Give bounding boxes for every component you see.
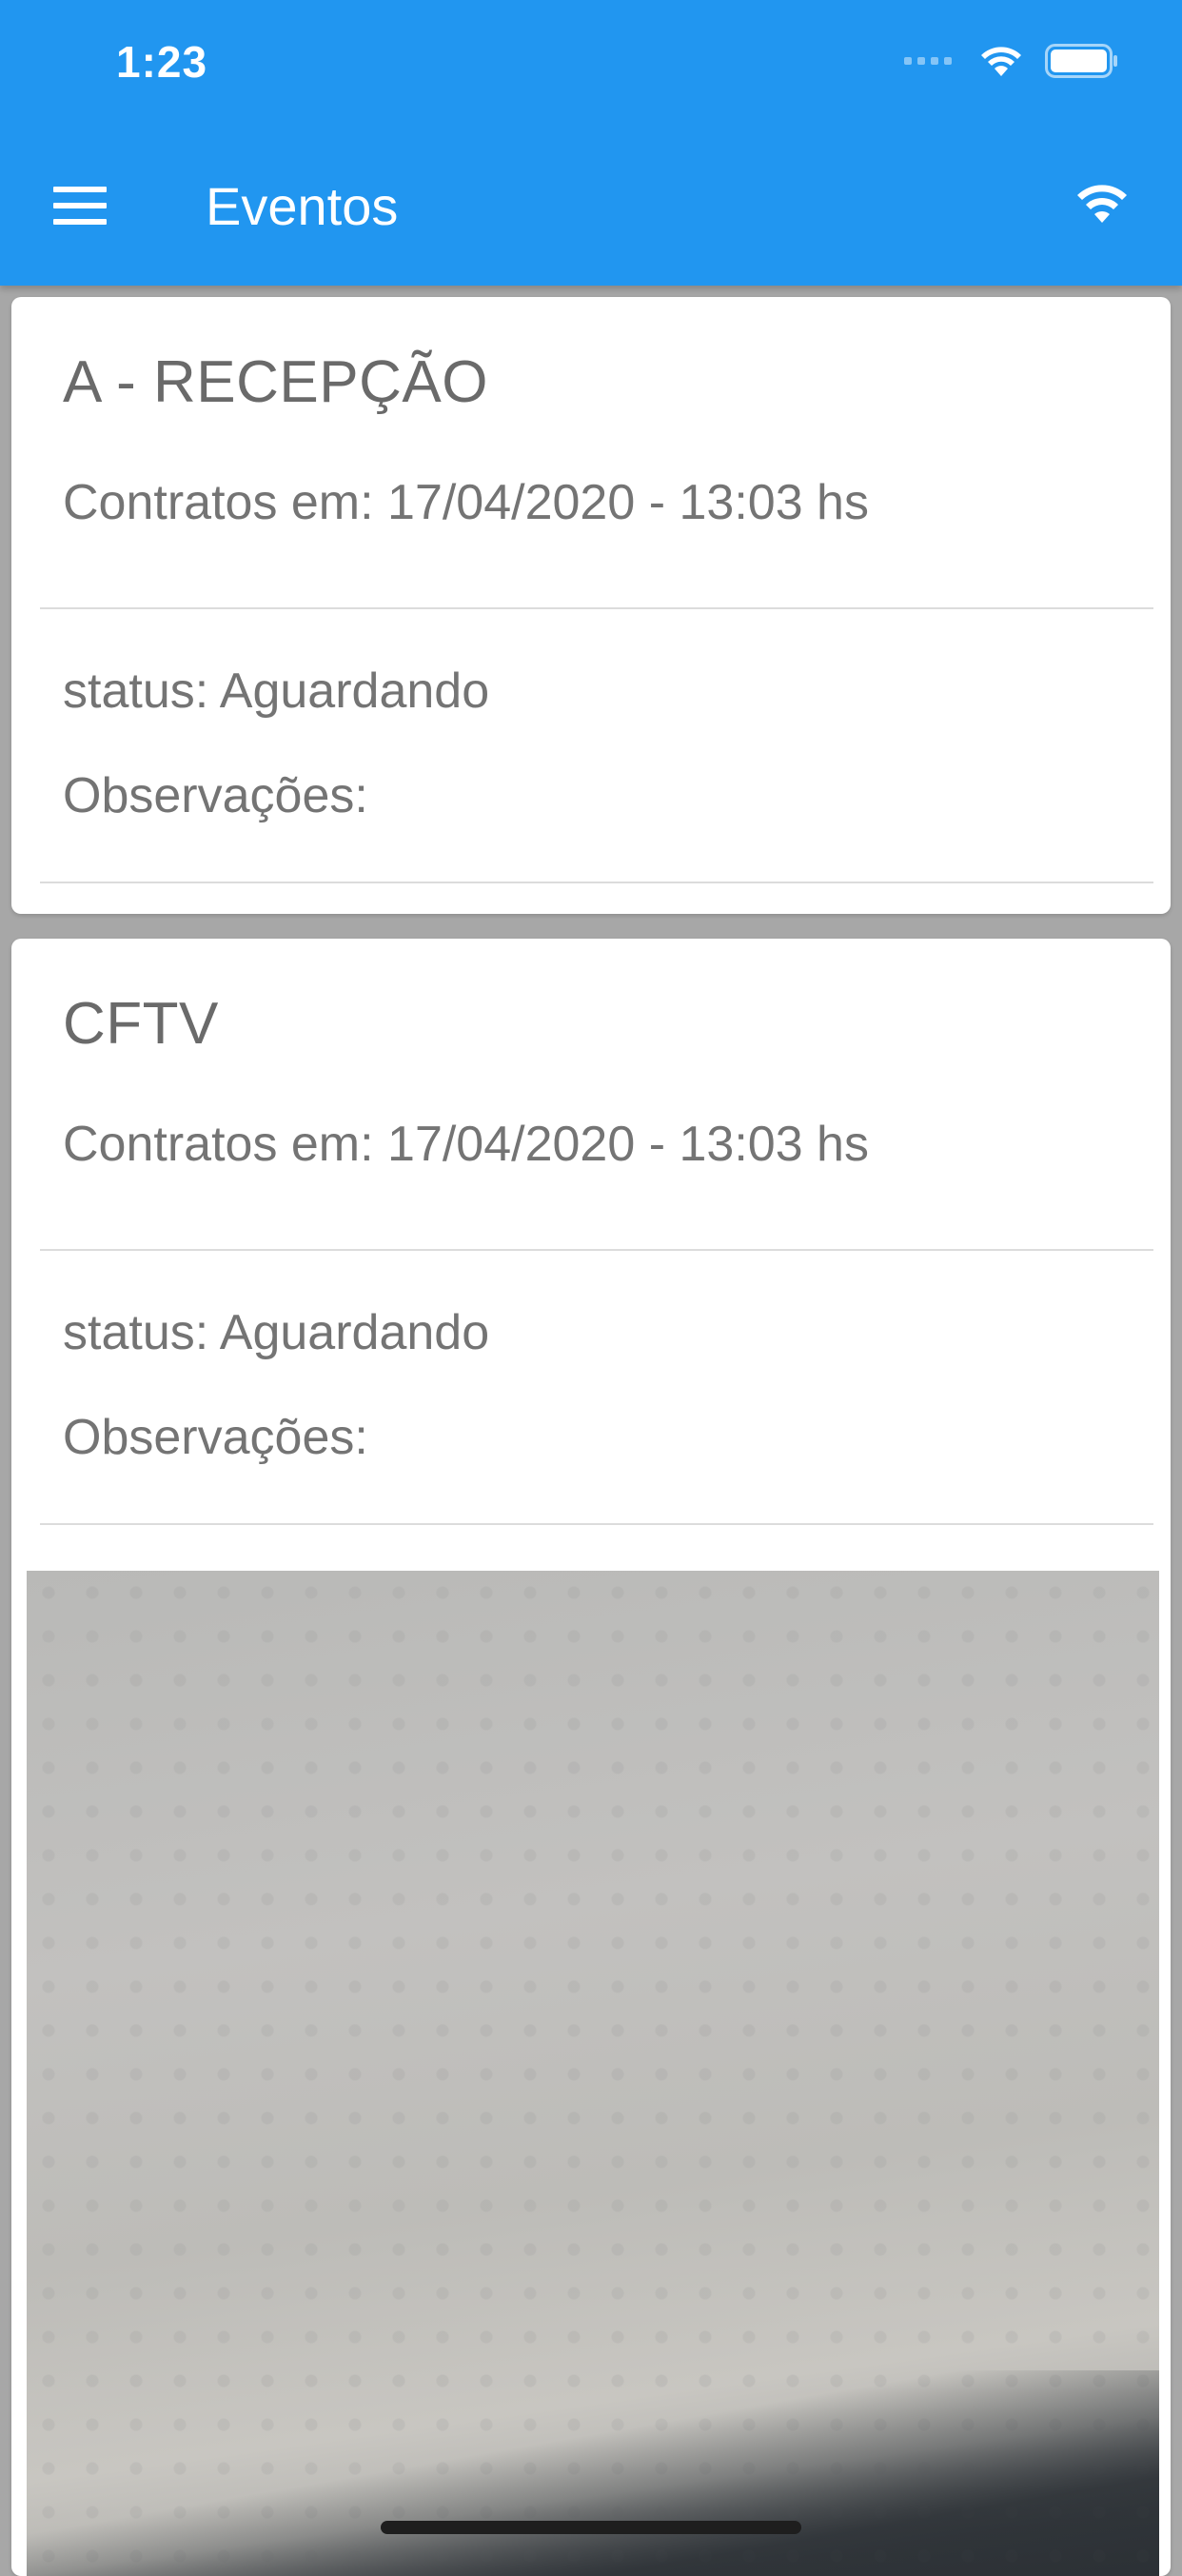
- event-status: status: Aguardando: [63, 1305, 490, 1360]
- status-time: 1:23: [116, 37, 208, 87]
- event-contract-date: Contratos em: 17/04/2020 - 13:03 hs: [63, 1117, 869, 1172]
- cellular-signal-icon: [904, 57, 957, 65]
- event-status: status: Aguardando: [63, 664, 490, 719]
- menu-icon-bar: [53, 187, 107, 192]
- event-title: A - RECEPÇÃO: [63, 349, 488, 415]
- wifi-icon: [1077, 185, 1127, 223]
- event-title: CFTV: [63, 991, 219, 1057]
- home-indicator[interactable]: [381, 2521, 801, 2534]
- app-header: 1:23 Eventos: [0, 0, 1182, 286]
- event-card[interactable]: A - RECEPÇÃO Contratos em: 17/04/2020 - …: [11, 297, 1171, 914]
- connection-status-button[interactable]: [1074, 181, 1131, 229]
- status-icons: [904, 44, 1119, 78]
- event-card[interactable]: CFTV Contratos em: 17/04/2020 - 13:03 hs…: [11, 939, 1171, 2576]
- divider: [40, 1249, 1153, 1251]
- event-contract-date: Contratos em: 17/04/2020 - 13:03 hs: [63, 475, 869, 530]
- divider: [40, 882, 1153, 883]
- menu-icon-bar: [53, 203, 107, 208]
- wifi-icon: [981, 47, 1021, 76]
- event-photo[interactable]: [27, 1571, 1159, 2576]
- menu-icon-bar: [53, 219, 107, 225]
- divider: [40, 607, 1153, 609]
- page-title: Eventos: [206, 176, 399, 236]
- menu-button[interactable]: [49, 177, 110, 234]
- battery-icon: [1045, 44, 1117, 78]
- event-notes: Observações:: [63, 1410, 368, 1465]
- event-notes: Observações:: [63, 768, 368, 823]
- divider: [40, 1523, 1153, 1525]
- photo-shadow: [27, 2370, 1159, 2576]
